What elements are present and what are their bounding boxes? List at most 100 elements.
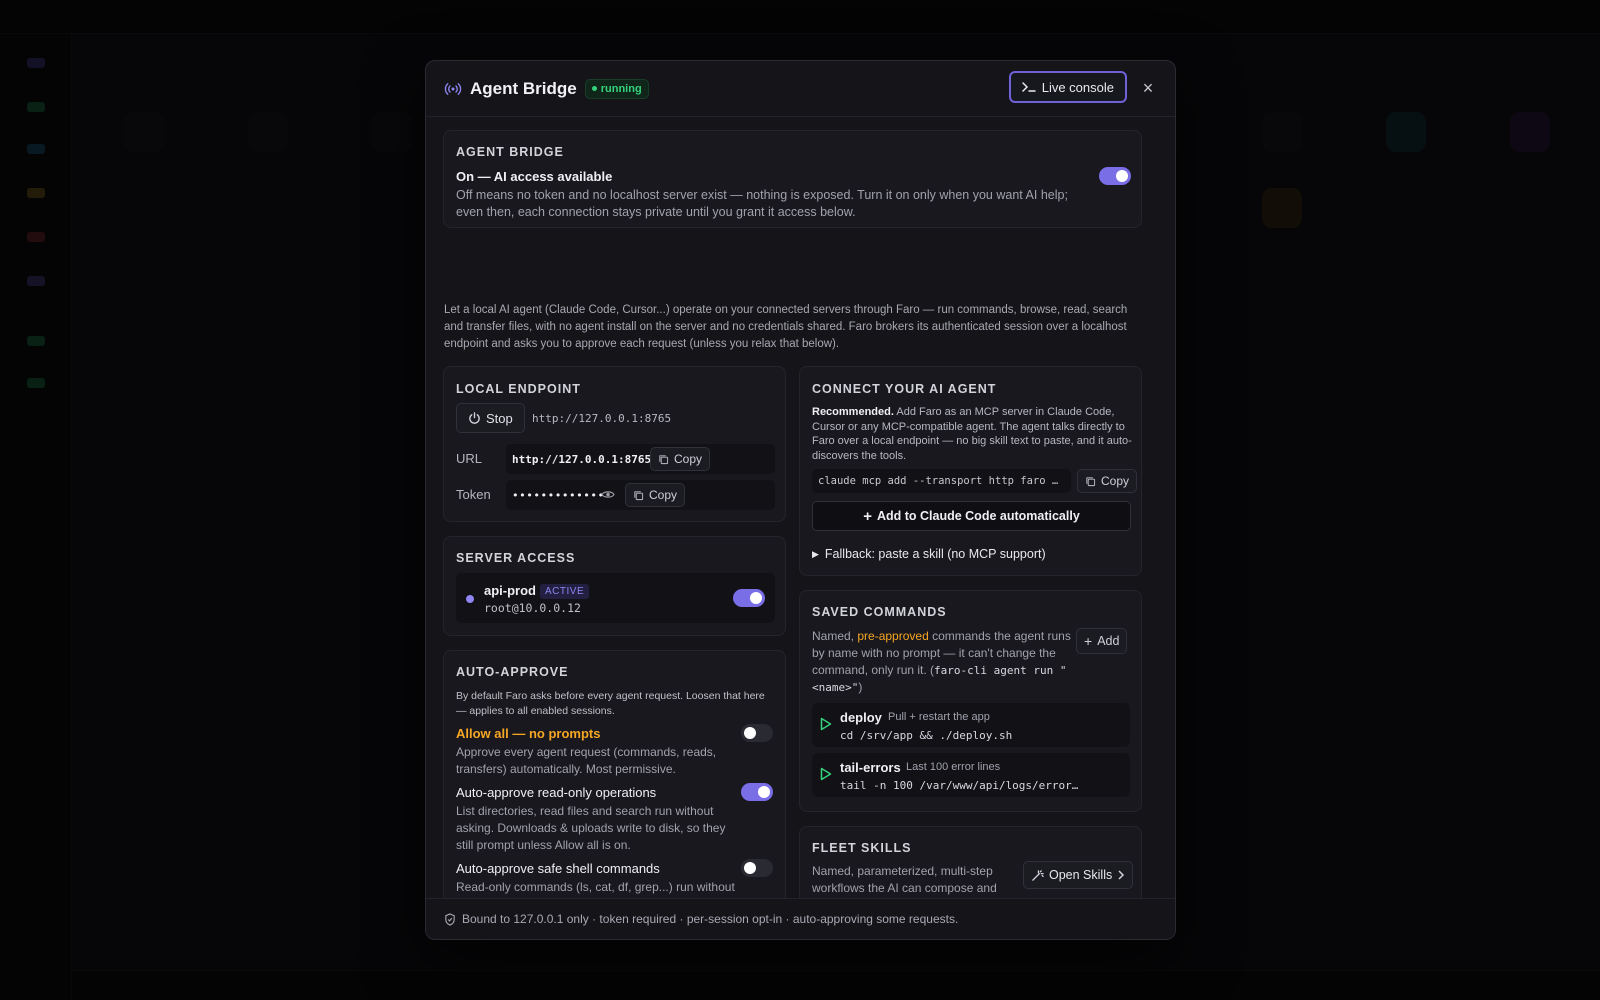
allow-all-desc: Approve every agent request (commands, r… [456,745,717,776]
command-name: tail-errors [840,760,901,775]
fleet-skills-section-title: FLEET SKILLS [812,841,912,855]
fleet-skills-card: FLEET SKILLS Named, parameterized, multi… [799,826,1142,900]
server-active-badge: ACTIVE [540,584,590,599]
modal-header: Agent Bridge running Live console × [426,61,1175,117]
open-skills-button[interactable]: Open Skills [1023,861,1134,889]
fallback-disclosure[interactable]: ▶ Fallback: paste a skill (no MCP suppor… [812,547,1046,561]
url-label: URL [456,451,483,466]
close-icon[interactable]: × [1139,79,1157,97]
connect-agent-card: CONNECT YOUR AI AGENT Recommended. Add F… [799,366,1142,576]
server-name: api-prod [484,583,536,598]
command-desc: Last 100 error lines [906,761,1001,773]
command-text: cd /srv/app && ./deploy.sh [840,729,1013,742]
connect-agent-section-title: CONNECT YOUR AI AGENT [812,382,997,396]
toggle-knob [744,862,756,874]
copy-label: Copy [1101,474,1130,488]
eye-icon[interactable] [601,489,615,500]
copy-icon [634,490,644,500]
open-skills-label: Open Skills [1049,868,1113,882]
auto-approve-desc: By default Faro asks before every agent … [456,690,765,717]
broadcast-icon [444,82,462,95]
intro-text: Let a local AI agent (Claude Code, Curso… [444,304,1128,350]
auto-approve-card: AUTO-APPROVE By default Faro asks before… [443,650,786,900]
shield-check-icon [445,912,455,926]
saved-command-row[interactable]: deploy Pull + restart the app cd /srv/ap… [812,703,1130,747]
copy-label: Copy [649,488,678,502]
read-only-title: Auto-approve read-only operations [456,785,657,800]
agent-bridge-state-desc: Off means no token and no localhost serv… [456,188,1068,219]
toggle-knob [750,592,762,604]
toggle-knob [758,786,770,798]
command-desc: Pull + restart the app [888,711,990,723]
modal-title: Agent Bridge [470,78,577,98]
toggle-knob [1116,170,1128,182]
server-access-card: SERVER ACCESS api-prod ACTIVE root@10.0.… [443,536,786,636]
add-label: Add [1097,634,1120,648]
saved-commands-section-title: SAVED COMMANDS [812,605,947,619]
copy-command-button[interactable]: Copy [1077,469,1138,493]
safe-shell-toggle[interactable] [741,859,773,877]
toggle-knob [744,727,756,739]
local-endpoint-section-title: LOCAL ENDPOINT [456,382,581,396]
play-icon[interactable] [820,767,832,781]
add-to-claude-button[interactable]: + Add to Claude Code automatically [812,501,1131,531]
read-only-desc: List directories, read files and search … [456,804,726,852]
live-console-button[interactable]: Live console [1008,71,1127,103]
desc-prefix: Named, [812,629,858,643]
triangle-right-icon: ▶ [812,548,819,559]
play-icon[interactable] [820,717,832,731]
local-endpoint-card: LOCAL ENDPOINT Stop http://127.0.0.1:876… [443,366,786,522]
status-badge-label: running [600,82,642,95]
server-access-section-title: SERVER ACCESS [456,551,576,565]
saved-commands-desc: Named, pre-approved commands the agent r… [812,628,1072,696]
desc-suffix: ) [858,680,863,694]
copy-icon [1086,476,1096,486]
url-value: http://127.0.0.1:8765 [512,452,652,466]
add-to-claude-label: Add to Claude Code automatically [876,509,1080,523]
status-badge: running [584,78,649,99]
allow-all-toggle[interactable] [741,724,773,742]
command-name: deploy [840,710,882,725]
modal-body[interactable]: AGENT BRIDGE On — AI access available Of… [426,118,1175,900]
copy-label: Copy [674,452,703,466]
fleet-skills-desc: Named, parameterized, multi-step workflo… [812,864,1008,900]
power-icon [469,411,480,424]
copy-url-button[interactable]: Copy [650,447,711,471]
saved-commands-card: SAVED COMMANDS Named, pre-approved comma… [799,590,1142,812]
server-status-dot [466,595,474,603]
terminal-icon [1021,82,1036,92]
footer-text: Bound to 127.0.0.1 only · token required… [462,912,959,926]
copy-token-button[interactable]: Copy [625,483,686,507]
endpoint-url-text: http://127.0.0.1:8765 [532,412,672,425]
agent-bridge-toggle[interactable] [1099,167,1131,185]
recommended-label: Recommended. [812,406,894,418]
agent-bridge-section-title: AGENT BRIDGE [456,145,564,159]
url-field[interactable]: http://127.0.0.1:8765 [506,444,775,474]
safe-shell-title: Auto-approve safe shell commands [456,861,660,876]
chevron-right-icon [1118,870,1125,880]
auto-approve-section-title: AUTO-APPROVE [456,665,569,679]
status-dot [591,86,597,91]
server-row[interactable]: api-prod ACTIVE root@10.0.0.12 [456,573,775,623]
command-text: tail -n 100 /var/www/api/logs/error… [840,779,1079,792]
saved-command-row[interactable]: tail-errors Last 100 error lines tail -n… [812,753,1130,797]
stop-label: Stop [486,410,513,426]
copy-icon [659,454,669,464]
fallback-label: Fallback: paste a skill (no MCP support) [824,547,1046,561]
pre-approved-highlight: pre-approved [857,629,929,643]
stop-button[interactable]: Stop [456,403,525,433]
mcp-command-field[interactable]: claude mcp add --transport http faro … [812,469,1071,493]
agent-bridge-modal: Agent Bridge running Live console × AGEN… [425,60,1176,940]
token-label: Token [456,487,491,502]
add-command-button[interactable]: + Add [1076,628,1128,654]
read-only-toggle[interactable] [741,783,773,801]
allow-all-title: Allow all — no prompts [456,726,601,741]
token-value: ••••••••••••• [512,488,605,502]
server-host: root@10.0.0.12 [484,601,581,615]
agent-bridge-state-title: On — AI access available [456,169,613,184]
server-access-toggle[interactable] [733,589,765,607]
agent-bridge-card: AGENT BRIDGE On — AI access available Of… [443,130,1142,228]
live-console-label: Live console [1041,79,1114,95]
connect-agent-desc: Recommended. Add Faro as an MCP server i… [812,405,1132,463]
mcp-command: claude mcp add --transport http faro … [818,475,1059,487]
